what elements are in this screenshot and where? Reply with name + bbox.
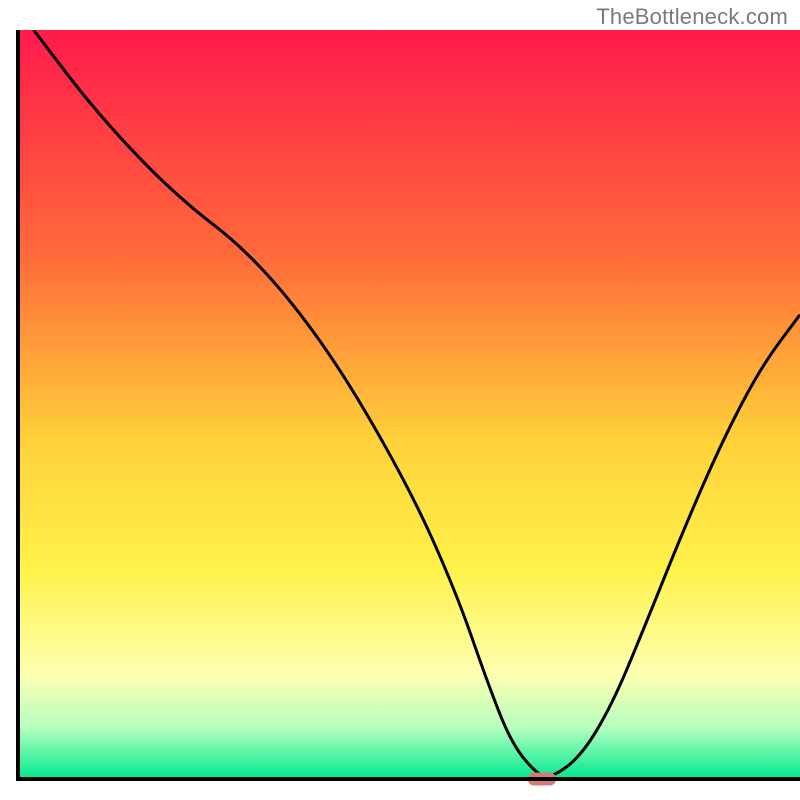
watermark-text: TheBottleneck.com (596, 4, 788, 30)
bottleneck-chart (0, 0, 800, 800)
gradient-background (18, 30, 800, 779)
chart-container: TheBottleneck.com (0, 0, 800, 800)
